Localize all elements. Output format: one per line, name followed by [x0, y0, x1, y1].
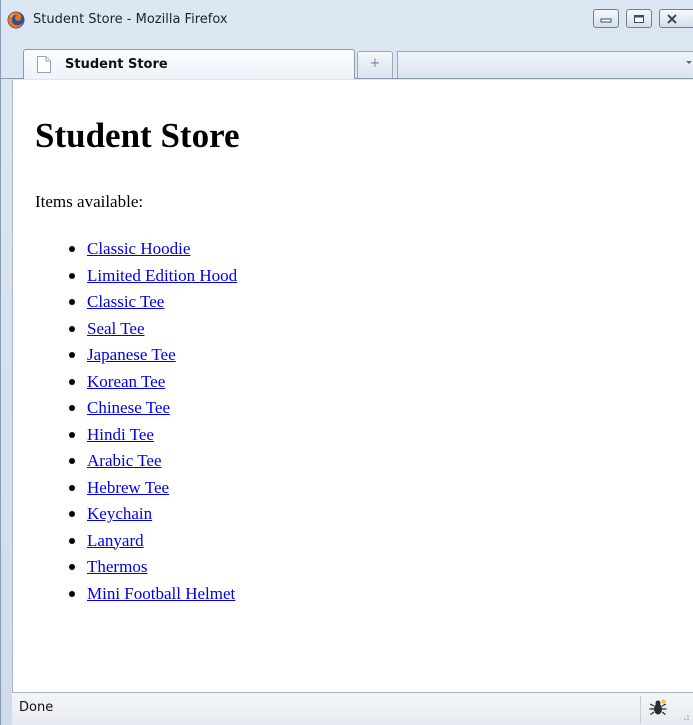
list-item: Classic Tee [35, 293, 237, 320]
status-bar: Done [12, 692, 693, 725]
list-item: Keychain [35, 505, 237, 532]
close-button[interactable] [659, 9, 693, 28]
firefox-icon [7, 11, 25, 29]
list-item: Limited Edition Hood [35, 266, 237, 294]
list-item: Thermos [35, 558, 237, 585]
item-link[interactable]: Chinese Tee [87, 398, 170, 417]
item-link[interactable]: Classic Tee [87, 292, 164, 311]
item-link[interactable]: Mini Football Helmet [87, 584, 235, 603]
maximize-icon [634, 15, 644, 23]
list-item: Hindi Tee [35, 425, 237, 453]
tab-student-store[interactable]: Student Store [23, 49, 355, 79]
status-divider [640, 696, 641, 723]
list-item: Mini Football Helmet [35, 584, 237, 612]
new-tab-button[interactable]: + [357, 51, 393, 78]
tab-bar: Student Store + [1, 44, 693, 79]
items-intro: Items available: [35, 192, 144, 211]
tab-strip [397, 51, 693, 78]
item-link[interactable]: Limited Edition Hood [87, 266, 237, 285]
item-link[interactable]: Seal Tee [87, 319, 145, 338]
item-link[interactable]: Keychain [87, 504, 152, 523]
list-item: Seal Tee [35, 319, 237, 347]
item-link[interactable]: Hebrew Tee [87, 478, 169, 497]
maximize-button[interactable] [626, 9, 652, 28]
list-item: Lanyard [35, 531, 237, 559]
status-text: Done [19, 700, 54, 715]
tab-list-dropdown-icon[interactable] [686, 61, 692, 64]
window-title: Student Store - Mozilla Firefox [33, 12, 228, 27]
list-item: Classic Hoodie [35, 240, 237, 267]
page-content: Student Store Items available: Classic H… [12, 80, 693, 692]
plus-icon: + [369, 56, 381, 71]
list-item: Korean Tee [35, 372, 237, 400]
item-link[interactable]: Classic Hoodie [87, 239, 190, 258]
bug-icon[interactable] [648, 698, 668, 718]
item-list: Classic Hoodie Limited Edition Hood Clas… [35, 240, 237, 611]
resize-grip-icon[interactable] [680, 711, 690, 721]
item-link[interactable]: Hindi Tee [87, 425, 154, 444]
item-link[interactable]: Thermos [87, 557, 147, 576]
minimize-icon [600, 18, 612, 23]
list-item: Japanese Tee [35, 346, 237, 373]
item-link[interactable]: Arabic Tee [87, 451, 161, 470]
tab-label: Student Store [65, 57, 168, 72]
browser-window: Student Store - Mozilla Firefox Student … [0, 0, 693, 725]
item-link[interactable]: Korean Tee [87, 372, 165, 391]
page-icon [37, 56, 51, 73]
minimize-button[interactable] [593, 9, 619, 28]
item-link[interactable]: Japanese Tee [87, 345, 176, 364]
title-bar[interactable]: Student Store - Mozilla Firefox [1, 0, 693, 44]
item-link[interactable]: Lanyard [87, 531, 144, 550]
close-icon [667, 14, 677, 24]
page-title: Student Store [35, 116, 240, 155]
list-item: Chinese Tee [35, 399, 237, 426]
list-item: Hebrew Tee [35, 478, 237, 506]
list-item: Arabic Tee [35, 452, 237, 479]
